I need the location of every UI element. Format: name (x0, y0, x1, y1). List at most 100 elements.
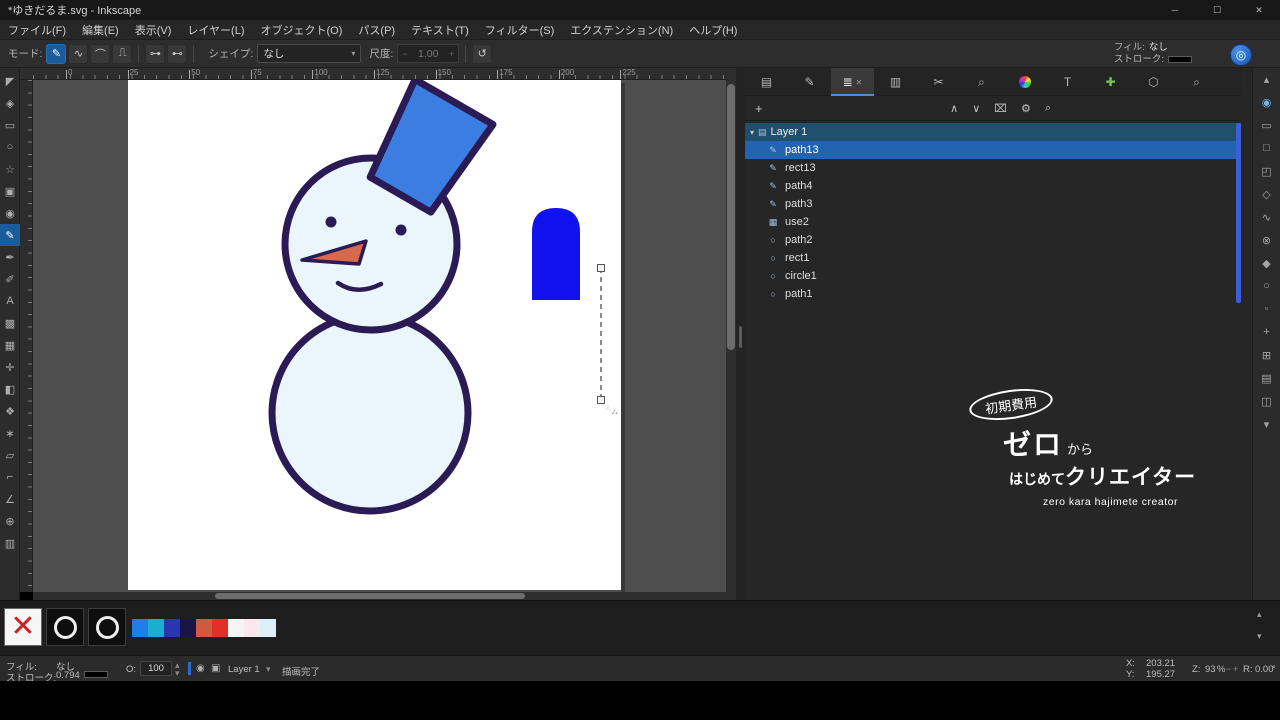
mode-spiro-button[interactable]: ∿ (68, 43, 89, 64)
palette-scroll-up-icon[interactable]: ▴ (1257, 609, 1262, 620)
mesh-tool[interactable]: ▦ (0, 334, 20, 356)
snowman-eye-left[interactable] (325, 216, 337, 228)
snap-midpoints[interactable]: ◦ (1257, 302, 1277, 316)
tab-text[interactable]: T (1046, 68, 1089, 96)
palette-scroll-down-icon[interactable]: ▾ (1257, 631, 1262, 642)
palette-swatch-7[interactable] (244, 619, 260, 637)
ruler-left[interactable] (20, 80, 33, 592)
scale-spinner[interactable]: − 1.00 + (397, 44, 460, 63)
opacity-down-icon[interactable]: ▾ (175, 668, 180, 679)
panel-divider[interactable] (736, 68, 745, 600)
horizontal-scrollbar[interactable] (33, 592, 726, 600)
gradient-tool[interactable]: ▩ (0, 312, 20, 334)
object-row-rect1[interactable]: ○ rect1 (745, 249, 1241, 267)
zoom-plus-icon[interactable]: + (1233, 664, 1238, 674)
vertical-scrollbar[interactable] (726, 80, 736, 592)
search-icon[interactable]: ⌕ (1045, 102, 1051, 115)
menu-item-9[interactable]: ヘルプ(H) (681, 20, 745, 40)
bucket-tool[interactable]: ◧ (0, 378, 20, 400)
selector-tool[interactable]: ◤ (0, 70, 20, 92)
object-row-rect13[interactable]: ✎ rect13 (745, 159, 1241, 177)
mode-straight-button[interactable]: ⎍ (112, 43, 133, 64)
ruler-top[interactable]: 0 25 50 75 100 125 150 175 200 225 (33, 68, 726, 80)
snap-centers[interactable]: + (1257, 325, 1277, 339)
snap-bbox-corners[interactable]: ◰ (1257, 164, 1277, 178)
snap-bbox-edges[interactable]: □ (1257, 141, 1277, 155)
pages-tool[interactable]: ▥ (0, 532, 20, 554)
vertical-scrollbar-thumb[interactable] (727, 84, 735, 350)
menu-item-4[interactable]: オブジェクト(O) (253, 20, 351, 40)
palette-swatch-6[interactable] (228, 619, 244, 637)
menu-item-1[interactable]: 編集(E) (74, 20, 127, 40)
shape-dropdown[interactable]: なし ▾ (257, 44, 362, 63)
object-row-path2[interactable]: ○ path2 (745, 231, 1241, 249)
blue-shape[interactable] (532, 208, 580, 300)
plus-icon[interactable]: + (449, 49, 454, 59)
measure-tool[interactable]: ∠ (0, 488, 20, 510)
object-row-path3[interactable]: ✎ path3 (745, 195, 1241, 213)
menu-item-0[interactable]: ファイル(F) (0, 20, 74, 40)
highlight-color-stripe[interactable] (1236, 123, 1241, 303)
close-button[interactable]: ✕ (1238, 0, 1280, 20)
tab-fill-stroke[interactable]: ✎ (788, 68, 831, 96)
snap-paths[interactable]: ∿ (1257, 210, 1277, 224)
snap-bbox[interactable]: ▭ (1257, 118, 1277, 132)
snap-scroll-up[interactable]: ▴ (1257, 72, 1277, 86)
minus-icon[interactable]: − (402, 49, 407, 59)
snap-master-toggle[interactable]: ◉ (1257, 95, 1277, 109)
add-layer-button[interactable]: + (755, 101, 763, 116)
tab-find[interactable]: ⌕ (960, 68, 1003, 96)
menu-item-3[interactable]: レイヤー(L) (179, 20, 252, 40)
dropper-tool[interactable]: ✛ (0, 356, 20, 378)
palette-swatch-3[interactable] (180, 619, 196, 637)
expand-caret-icon[interactable]: ▾ (750, 128, 754, 137)
calligraphy-tool[interactable]: ✐ (0, 268, 20, 290)
node-tool[interactable]: ◈ (0, 92, 20, 114)
tab-symbols[interactable]: ⬡ (1132, 68, 1175, 96)
maximize-button[interactable]: ☐ (1196, 0, 1238, 20)
tab-objects[interactable]: ≣ ✕ (831, 68, 874, 96)
snap-guides[interactable]: ▤ (1257, 371, 1277, 385)
palette-swatch-0[interactable] (132, 619, 148, 637)
layer-lock-icon[interactable]: ▣ (211, 663, 220, 674)
opacity-input[interactable]: 100 (140, 661, 172, 676)
snap-nodes[interactable]: ◇ (1257, 187, 1277, 201)
tab-color[interactable] (1003, 68, 1046, 96)
snowman-eye-right[interactable] (395, 224, 407, 236)
swatch-white-ring-1[interactable] (46, 608, 84, 646)
text-tool[interactable]: A (0, 290, 20, 312)
spray-tool[interactable]: ∗ (0, 422, 20, 444)
snap-intersections[interactable]: ⊗ (1257, 233, 1277, 247)
tab-swatches[interactable]: ▥ (874, 68, 917, 96)
delete-object-button[interactable]: ⌧ (994, 102, 1007, 115)
pen-tool[interactable]: ✒ (0, 246, 20, 268)
tab-extensions[interactable]: ✚ (1089, 68, 1132, 96)
snap-smooth-nodes[interactable]: ○ (1257, 279, 1277, 293)
layer-row[interactable]: ▾ ▤ Layer 1 (745, 123, 1241, 141)
current-layer-dropdown[interactable]: Layer 1 (228, 664, 260, 675)
swatch-none[interactable]: ✕ (4, 608, 42, 646)
object-row-path1[interactable]: ○ path1 (745, 285, 1241, 303)
palette-swatch-4[interactable] (196, 619, 212, 637)
tab-path[interactable]: ✂ (917, 68, 960, 96)
move-down-button[interactable]: ∨ (972, 102, 980, 115)
tab-close-icon[interactable]: ✕ (856, 78, 863, 87)
palette-swatch-2[interactable] (164, 619, 180, 637)
selection-handle-top[interactable] (597, 264, 605, 272)
menu-item-7[interactable]: フィルター(S) (477, 20, 562, 40)
stroke-color-swatch[interactable] (1168, 55, 1192, 63)
spiral-tool[interactable]: ◉ (0, 202, 20, 224)
rect-tool[interactable]: ▭ (0, 114, 20, 136)
menu-item-2[interactable]: 表示(V) (127, 20, 180, 40)
settings-gear-icon[interactable]: ⚙ (1021, 102, 1031, 115)
connector-tool[interactable]: ⌐ (0, 466, 20, 488)
lpe-based-toggle-button[interactable]: ⊷ (167, 43, 188, 64)
object-row-use2[interactable]: ▦ use2 (745, 213, 1241, 231)
star-tool[interactable]: ☆ (0, 158, 20, 180)
mode-bspline-button[interactable]: ⌒ (90, 43, 111, 64)
tab-document[interactable]: ▤ (745, 68, 788, 96)
reset-defaults-button[interactable]: ↺ (472, 43, 493, 64)
pressure-toggle-button[interactable]: ⊶ (145, 43, 166, 64)
menu-item-8[interactable]: エクステンション(N) (562, 20, 681, 40)
pencil-tool[interactable]: ✎ (0, 224, 20, 246)
